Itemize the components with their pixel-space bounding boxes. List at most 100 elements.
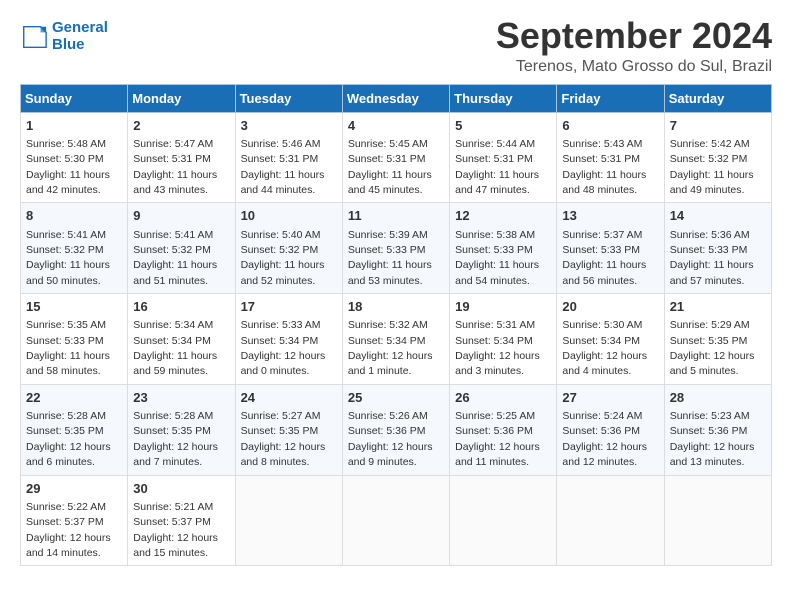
day-daylight: Daylight: 12 hours and 15 minutes. <box>133 532 218 559</box>
weekday-header-wednesday: Wednesday <box>342 84 449 112</box>
calendar-cell: 7 Sunrise: 5:42 AM Sunset: 5:32 PM Dayli… <box>664 112 771 203</box>
day-sunrise: Sunrise: 5:46 AM <box>241 138 321 150</box>
day-sunset: Sunset: 5:31 PM <box>562 153 640 165</box>
day-sunrise: Sunrise: 5:36 AM <box>670 229 750 241</box>
calendar-cell: 16 Sunrise: 5:34 AM Sunset: 5:34 PM Dayl… <box>128 294 235 385</box>
day-sunrise: Sunrise: 5:45 AM <box>348 138 428 150</box>
day-number: 1 <box>26 117 122 135</box>
weekday-header-tuesday: Tuesday <box>235 84 342 112</box>
day-sunrise: Sunrise: 5:30 AM <box>562 319 642 331</box>
day-sunset: Sunset: 5:34 PM <box>241 335 319 347</box>
day-daylight: Daylight: 12 hours and 14 minutes. <box>26 532 111 559</box>
weekday-header-thursday: Thursday <box>450 84 557 112</box>
day-sunset: Sunset: 5:34 PM <box>348 335 426 347</box>
day-sunrise: Sunrise: 5:38 AM <box>455 229 535 241</box>
day-daylight: Daylight: 12 hours and 5 minutes. <box>670 350 755 377</box>
day-daylight: Daylight: 12 hours and 7 minutes. <box>133 441 218 468</box>
day-number: 29 <box>26 480 122 498</box>
day-number: 27 <box>562 389 658 407</box>
calendar-cell: 8 Sunrise: 5:41 AM Sunset: 5:32 PM Dayli… <box>21 203 128 294</box>
day-sunrise: Sunrise: 5:32 AM <box>348 319 428 331</box>
day-sunrise: Sunrise: 5:42 AM <box>670 138 750 150</box>
day-sunset: Sunset: 5:35 PM <box>670 335 748 347</box>
day-daylight: Daylight: 11 hours and 57 minutes. <box>670 259 754 286</box>
week-row-2: 8 Sunrise: 5:41 AM Sunset: 5:32 PM Dayli… <box>21 203 772 294</box>
calendar-cell: 12 Sunrise: 5:38 AM Sunset: 5:33 PM Dayl… <box>450 203 557 294</box>
day-daylight: Daylight: 12 hours and 6 minutes. <box>26 441 111 468</box>
day-sunrise: Sunrise: 5:27 AM <box>241 410 321 422</box>
day-number: 6 <box>562 117 658 135</box>
day-sunrise: Sunrise: 5:39 AM <box>348 229 428 241</box>
day-sunrise: Sunrise: 5:40 AM <box>241 229 321 241</box>
day-daylight: Daylight: 11 hours and 54 minutes. <box>455 259 539 286</box>
calendar-cell: 23 Sunrise: 5:28 AM Sunset: 5:35 PM Dayl… <box>128 384 235 475</box>
day-sunrise: Sunrise: 5:34 AM <box>133 319 213 331</box>
day-daylight: Daylight: 11 hours and 53 minutes. <box>348 259 432 286</box>
calendar-cell: 29 Sunrise: 5:22 AM Sunset: 5:37 PM Dayl… <box>21 475 128 566</box>
day-daylight: Daylight: 11 hours and 56 minutes. <box>562 259 646 286</box>
logo: General Blue <box>20 20 108 53</box>
calendar-cell: 4 Sunrise: 5:45 AM Sunset: 5:31 PM Dayli… <box>342 112 449 203</box>
day-daylight: Daylight: 11 hours and 59 minutes. <box>133 350 217 377</box>
day-sunset: Sunset: 5:31 PM <box>241 153 319 165</box>
day-number: 24 <box>241 389 337 407</box>
calendar-cell: 14 Sunrise: 5:36 AM Sunset: 5:33 PM Dayl… <box>664 203 771 294</box>
day-sunset: Sunset: 5:34 PM <box>562 335 640 347</box>
day-sunset: Sunset: 5:36 PM <box>670 425 748 437</box>
day-sunrise: Sunrise: 5:43 AM <box>562 138 642 150</box>
day-daylight: Daylight: 11 hours and 43 minutes. <box>133 169 217 196</box>
day-sunset: Sunset: 5:35 PM <box>241 425 319 437</box>
day-sunrise: Sunrise: 5:24 AM <box>562 410 642 422</box>
day-sunrise: Sunrise: 5:48 AM <box>26 138 106 150</box>
day-number: 20 <box>562 298 658 316</box>
day-number: 26 <box>455 389 551 407</box>
calendar-cell: 22 Sunrise: 5:28 AM Sunset: 5:35 PM Dayl… <box>21 384 128 475</box>
day-number: 19 <box>455 298 551 316</box>
day-number: 17 <box>241 298 337 316</box>
weekday-header-monday: Monday <box>128 84 235 112</box>
calendar-cell: 24 Sunrise: 5:27 AM Sunset: 5:35 PM Dayl… <box>235 384 342 475</box>
calendar-cell: 19 Sunrise: 5:31 AM Sunset: 5:34 PM Dayl… <box>450 294 557 385</box>
day-sunset: Sunset: 5:31 PM <box>455 153 533 165</box>
day-sunrise: Sunrise: 5:21 AM <box>133 501 213 513</box>
calendar-cell: 11 Sunrise: 5:39 AM Sunset: 5:33 PM Dayl… <box>342 203 449 294</box>
day-sunset: Sunset: 5:33 PM <box>455 244 533 256</box>
day-daylight: Daylight: 12 hours and 0 minutes. <box>241 350 326 377</box>
calendar-cell: 18 Sunrise: 5:32 AM Sunset: 5:34 PM Dayl… <box>342 294 449 385</box>
day-number: 21 <box>670 298 766 316</box>
week-row-5: 29 Sunrise: 5:22 AM Sunset: 5:37 PM Dayl… <box>21 475 772 566</box>
day-sunrise: Sunrise: 5:28 AM <box>133 410 213 422</box>
weekday-header-friday: Friday <box>557 84 664 112</box>
day-daylight: Daylight: 12 hours and 1 minute. <box>348 350 433 377</box>
calendar-cell: 27 Sunrise: 5:24 AM Sunset: 5:36 PM Dayl… <box>557 384 664 475</box>
calendar-cell <box>235 475 342 566</box>
day-number: 8 <box>26 207 122 225</box>
day-number: 11 <box>348 207 444 225</box>
day-sunrise: Sunrise: 5:35 AM <box>26 319 106 331</box>
day-number: 13 <box>562 207 658 225</box>
day-sunset: Sunset: 5:32 PM <box>241 244 319 256</box>
calendar-cell <box>342 475 449 566</box>
day-daylight: Daylight: 11 hours and 44 minutes. <box>241 169 325 196</box>
calendar-cell: 9 Sunrise: 5:41 AM Sunset: 5:32 PM Dayli… <box>128 203 235 294</box>
day-number: 10 <box>241 207 337 225</box>
day-sunset: Sunset: 5:35 PM <box>26 425 104 437</box>
calendar-cell: 17 Sunrise: 5:33 AM Sunset: 5:34 PM Dayl… <box>235 294 342 385</box>
day-sunset: Sunset: 5:33 PM <box>562 244 640 256</box>
day-sunrise: Sunrise: 5:33 AM <box>241 319 321 331</box>
day-number: 30 <box>133 480 229 498</box>
day-daylight: Daylight: 11 hours and 47 minutes. <box>455 169 539 196</box>
day-number: 3 <box>241 117 337 135</box>
day-sunset: Sunset: 5:35 PM <box>133 425 211 437</box>
calendar-cell <box>557 475 664 566</box>
calendar-cell: 2 Sunrise: 5:47 AM Sunset: 5:31 PM Dayli… <box>128 112 235 203</box>
calendar-cell: 1 Sunrise: 5:48 AM Sunset: 5:30 PM Dayli… <box>21 112 128 203</box>
calendar-table: SundayMondayTuesdayWednesdayThursdayFrid… <box>20 84 772 567</box>
day-sunset: Sunset: 5:34 PM <box>455 335 533 347</box>
day-number: 7 <box>670 117 766 135</box>
weekday-header-saturday: Saturday <box>664 84 771 112</box>
day-daylight: Daylight: 12 hours and 11 minutes. <box>455 441 540 468</box>
day-daylight: Daylight: 11 hours and 45 minutes. <box>348 169 432 196</box>
day-daylight: Daylight: 11 hours and 51 minutes. <box>133 259 217 286</box>
page-header: General Blue September 2024 Terenos, Mat… <box>20 16 772 76</box>
